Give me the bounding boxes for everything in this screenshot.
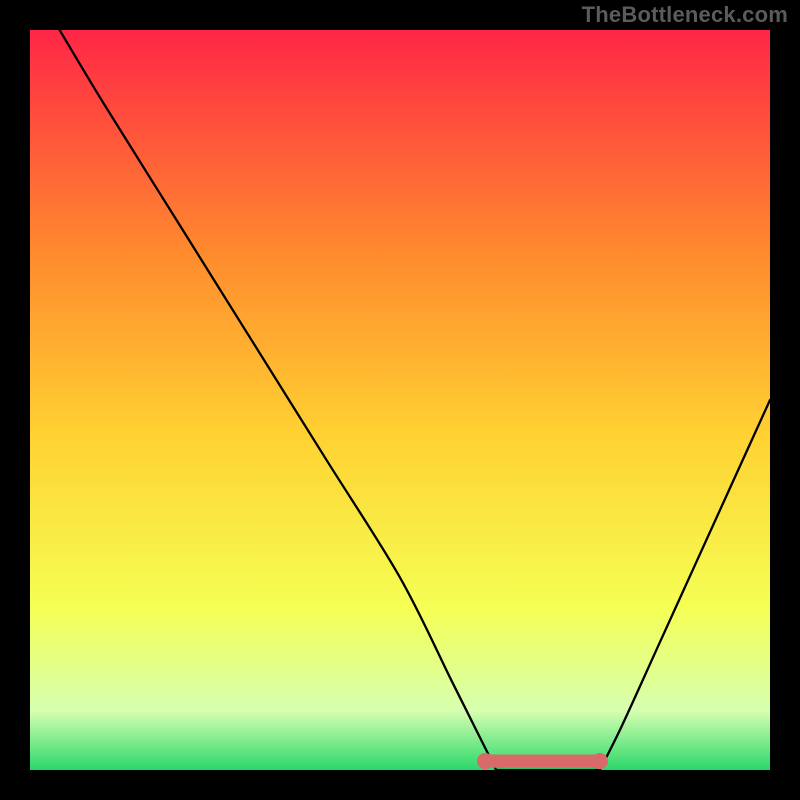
watermark-label: TheBottleneck.com [582,2,788,28]
plot-svg [30,30,770,770]
gradient-background [30,30,770,770]
chart-frame: TheBottleneck.com [0,0,800,800]
ideal-range-marker [477,753,608,769]
plot-area [30,30,770,770]
